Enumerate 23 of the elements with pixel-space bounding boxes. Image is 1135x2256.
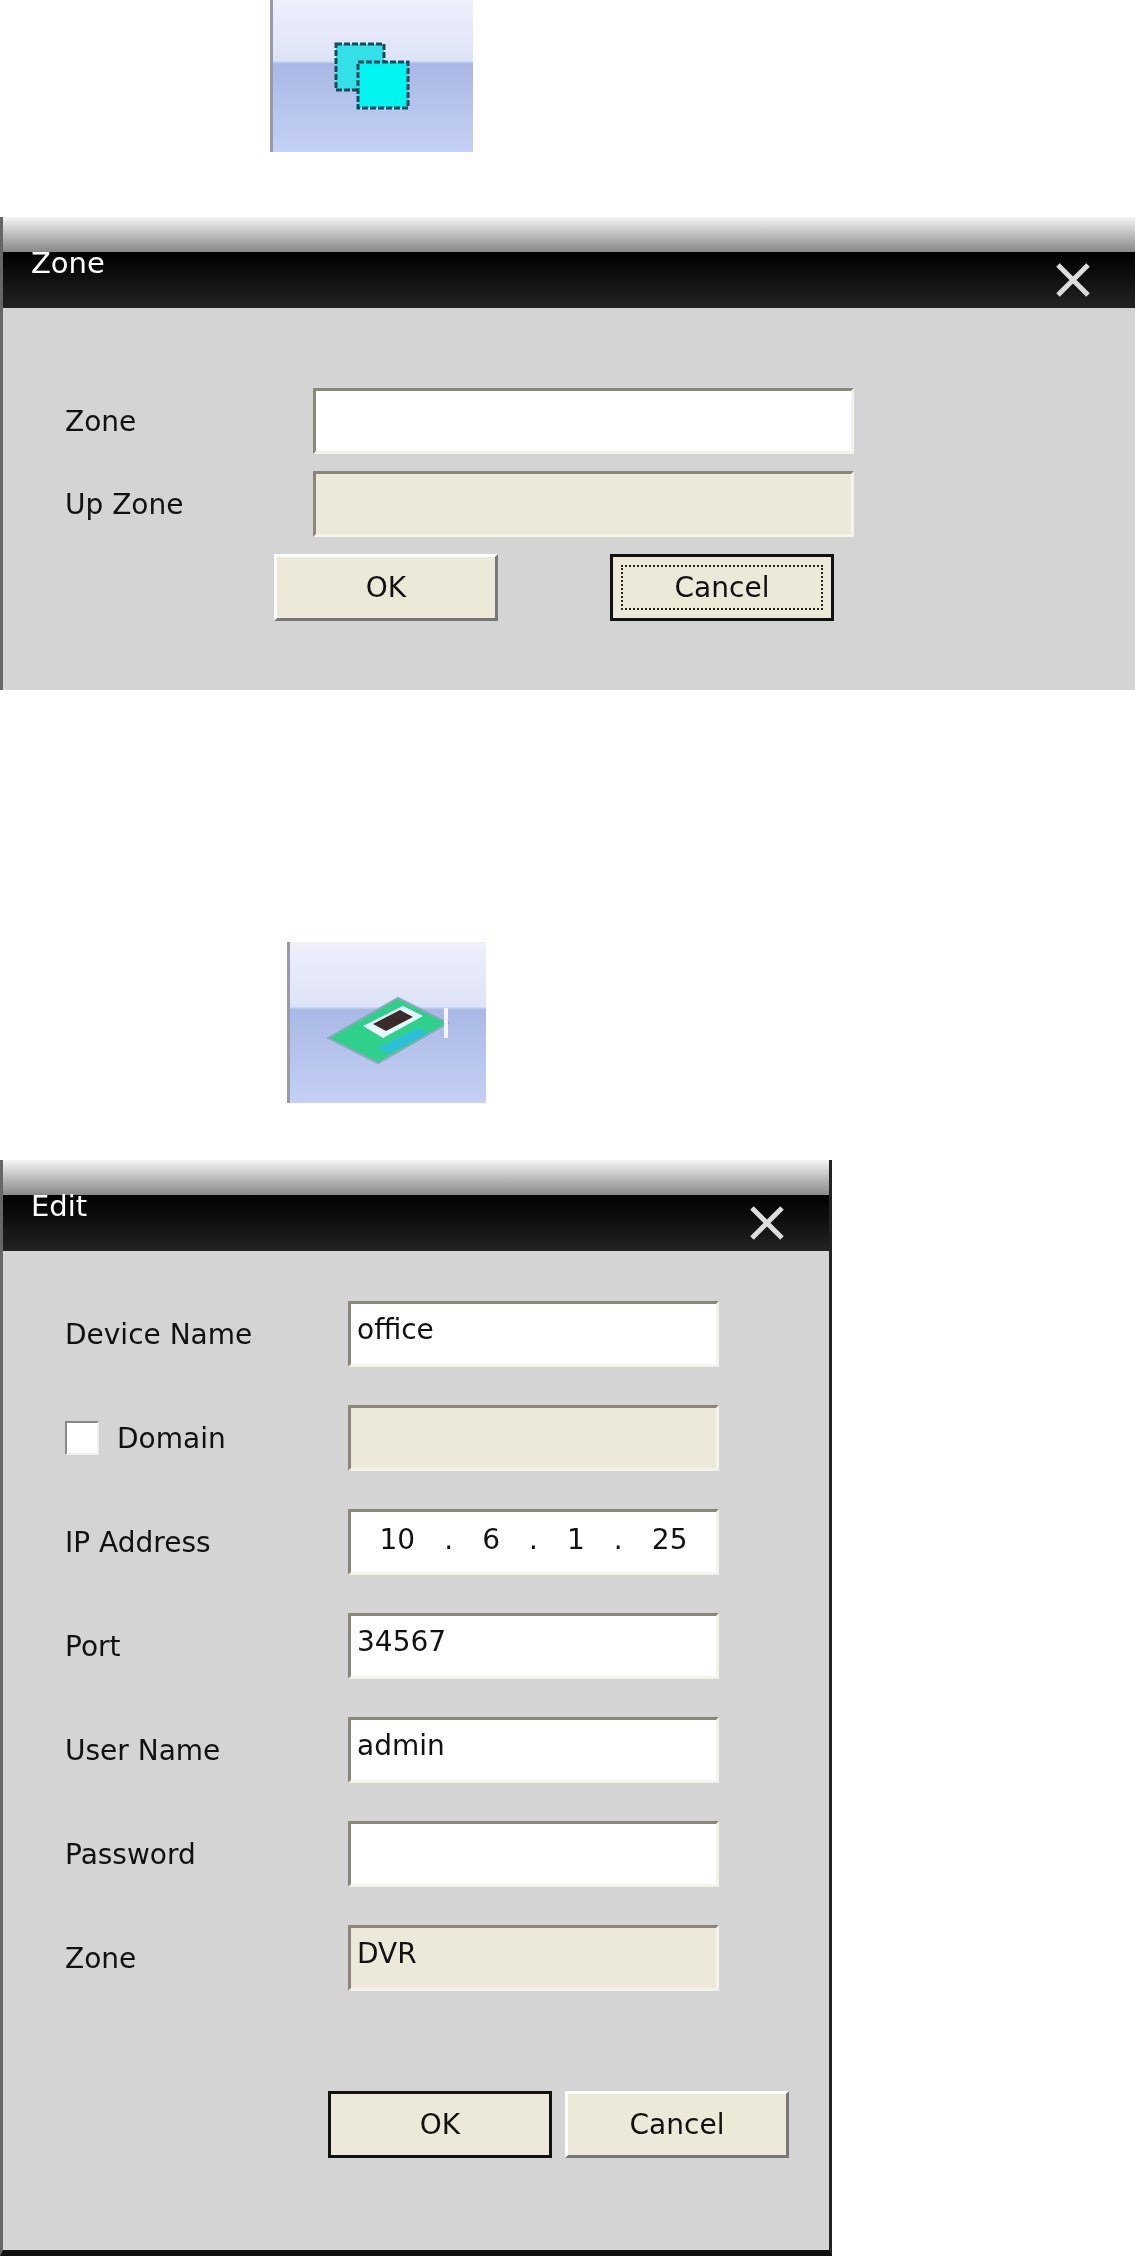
field-label: Domain (117, 1421, 226, 1455)
field-label: Device Name (65, 1317, 253, 1351)
field-label: Password (65, 1837, 196, 1871)
ip-address-field[interactable]: 10 . 6 . 1 . 25 (348, 1509, 719, 1575)
field-label: Port (65, 1629, 121, 1663)
input-field[interactable]: 34567 (348, 1613, 719, 1679)
input-field[interactable]: admin (348, 1717, 719, 1783)
squares-icon[interactable] (270, 0, 473, 152)
circuit-board-icon[interactable] (287, 942, 486, 1103)
field-label: Zone (65, 1941, 137, 1975)
field-label: Up Zone (65, 487, 184, 521)
ok-button[interactable]: OK (274, 554, 498, 621)
ok-button[interactable]: OK (328, 2091, 552, 2158)
input-field[interactable]: office (348, 1301, 719, 1367)
input-field[interactable] (313, 388, 854, 454)
field-label: Zone (65, 404, 137, 438)
cancel-button[interactable]: Cancel (610, 554, 834, 621)
cancel-button[interactable]: Cancel (565, 2091, 789, 2158)
input-field[interactable] (348, 1821, 719, 1887)
window-title: Edit (31, 1189, 88, 1223)
field-label: IP Address (65, 1525, 211, 1559)
window-title: Zone (31, 246, 105, 280)
field-label: User Name (65, 1733, 221, 1767)
